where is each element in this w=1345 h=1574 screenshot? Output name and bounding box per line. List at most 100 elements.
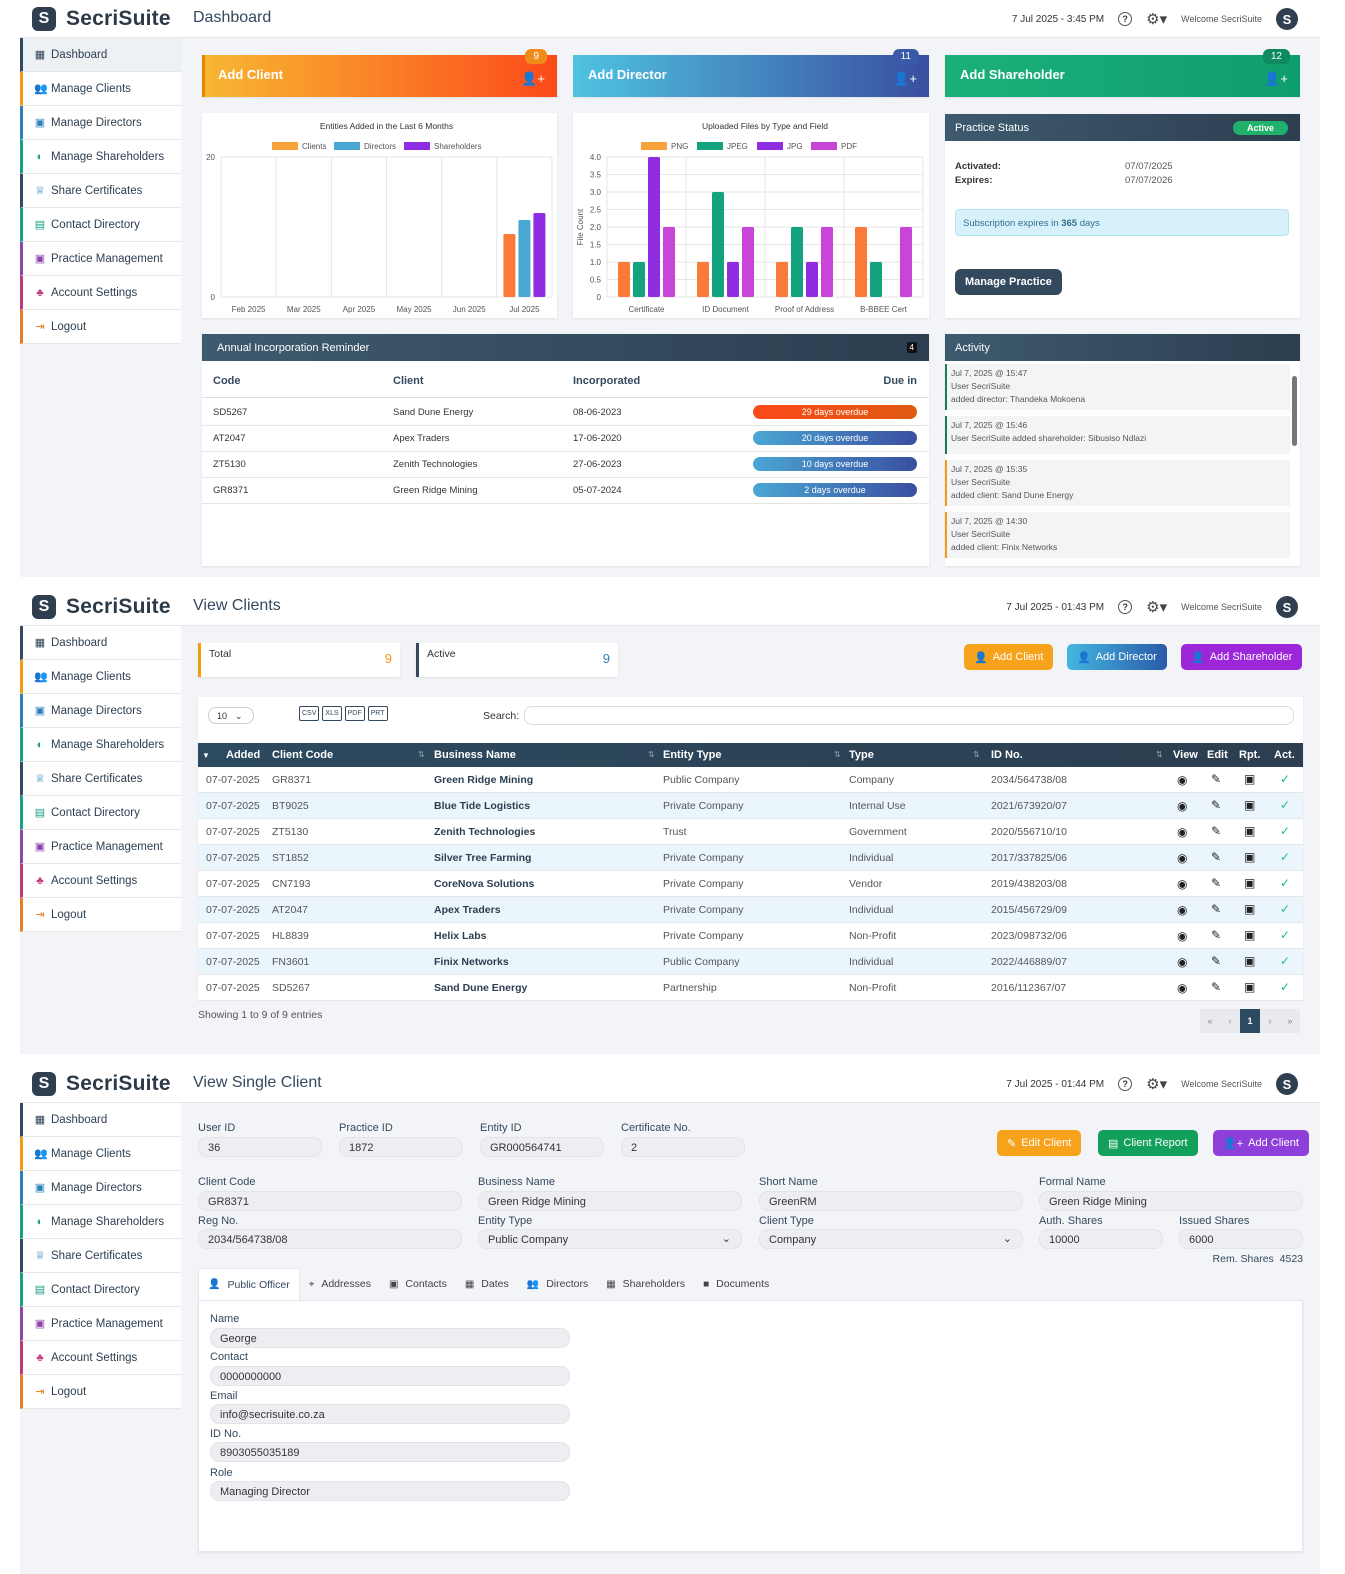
entity-id-field[interactable]: GR000564741	[480, 1137, 604, 1157]
edit-pencil-icon[interactable]: ✎	[1211, 798, 1221, 812]
sort-icon[interactable]: ⇅	[648, 750, 655, 759]
edit-pencil-icon[interactable]: ✎	[1211, 928, 1221, 942]
avatar[interactable]: S	[1276, 596, 1298, 618]
pager-nav-button[interactable]: ›	[1260, 1009, 1280, 1033]
sidebar-item-manage-clients[interactable]: 👥 Manage Clients	[20, 660, 181, 694]
officer-id-field[interactable]: 8903055035189	[210, 1442, 570, 1462]
export-xls-button[interactable]: XLS	[322, 706, 342, 721]
sidebar-item-contact-directory[interactable]: ▤ Contact Directory	[20, 796, 181, 830]
column-header[interactable]: Client Code	[272, 749, 333, 761]
add-director-card[interactable]: Add Director 👤+ 11	[573, 49, 929, 97]
formal-name-field[interactable]: Green Ridge Mining	[1039, 1191, 1303, 1211]
activity-scrollbar[interactable]	[1292, 376, 1297, 446]
check-icon[interactable]: ✓	[1280, 824, 1290, 838]
pager-nav-button[interactable]: ‹	[1220, 1009, 1240, 1033]
sidebar-item-share-certificates[interactable]: ♕ Share Certificates	[20, 174, 181, 208]
cell-name[interactable]: CoreNova Solutions	[434, 878, 534, 890]
sidebar-item-logout[interactable]: ⇥ Logout	[20, 310, 181, 344]
add-shareholder-card[interactable]: Add Shareholder 👤+ 12	[945, 49, 1300, 97]
add-client-button[interactable]: 👤 Add Client	[964, 644, 1054, 670]
pager-nav-button[interactable]: «	[1200, 1009, 1220, 1033]
user-id-field[interactable]: 36	[198, 1137, 322, 1157]
check-icon[interactable]: ✓	[1280, 798, 1290, 812]
cell-name[interactable]: Sand Dune Energy	[434, 982, 527, 994]
print-icon[interactable]: ▣	[1244, 954, 1255, 968]
tab-documents[interactable]: ■ Documents	[694, 1268, 778, 1300]
client-code-field[interactable]: GR8371	[198, 1191, 462, 1211]
view-eye-icon[interactable]: ◉	[1177, 981, 1187, 995]
cell-name[interactable]: Blue Tide Logistics	[434, 800, 530, 812]
sidebar-item-manage-directors[interactable]: ▣ Manage Directors	[20, 694, 181, 728]
add-director-button[interactable]: 👤 Add Director	[1067, 644, 1167, 670]
add-client-card[interactable]: Add Client 👤+ 9	[202, 49, 557, 97]
manage-practice-button[interactable]: Manage Practice	[955, 269, 1062, 295]
logo[interactable]: S SecriSuite	[32, 6, 171, 32]
edit-pencil-icon[interactable]: ✎	[1211, 824, 1221, 838]
check-icon[interactable]: ✓	[1280, 980, 1290, 994]
column-header[interactable]: ID No.	[991, 749, 1023, 761]
edit-pencil-icon[interactable]: ✎	[1211, 980, 1221, 994]
add-client-button[interactable]: 👤+ Add Client	[1213, 1130, 1309, 1156]
help-icon[interactable]: ?	[1118, 600, 1133, 614]
sidebar-item-dashboard[interactable]: ▦ Dashboard	[20, 38, 181, 72]
column-header[interactable]: Rpt.	[1239, 749, 1260, 761]
sidebar-item-contact-directory[interactable]: ▤ Contact Directory	[20, 208, 181, 242]
check-icon[interactable]: ✓	[1280, 772, 1290, 786]
activity-list[interactable]: Jul 7, 2025 @ 15:47 User SecriSuite added …	[945, 364, 1290, 564]
edit-pencil-icon[interactable]: ✎	[1211, 876, 1221, 890]
sidebar-item-account-settings[interactable]: ♣ Account Settings	[20, 864, 181, 898]
cell-name[interactable]: Green Ridge Mining	[434, 774, 533, 786]
column-header[interactable]: View	[1173, 749, 1198, 761]
client-report-button[interactable]: ▤ Client Report	[1098, 1130, 1198, 1156]
issued-shares-field[interactable]: 6000	[1179, 1229, 1303, 1249]
view-eye-icon[interactable]: ◉	[1177, 851, 1187, 865]
print-icon[interactable]: ▣	[1244, 902, 1255, 916]
sidebar-item-manage-clients[interactable]: 👥 Manage Clients	[20, 72, 181, 106]
sidebar-item-dashboard[interactable]: ▦ Dashboard	[20, 626, 181, 660]
column-header[interactable]: Act.	[1274, 749, 1295, 761]
tab-public-officer[interactable]: 👤 Public Officer	[198, 1268, 300, 1300]
officer-name-field[interactable]: George	[210, 1328, 570, 1348]
short-name-field[interactable]: GreenRM	[759, 1191, 1023, 1211]
tab-shareholders[interactable]: ▦ Shareholders	[597, 1268, 694, 1300]
page-size-select[interactable]: 10 ⌄	[208, 707, 254, 724]
cell-name[interactable]: Silver Tree Farming	[434, 852, 531, 864]
sidebar-item-manage-directors[interactable]: ▣ Manage Directors	[20, 106, 181, 140]
print-icon[interactable]: ▣	[1244, 928, 1255, 942]
edit-pencil-icon[interactable]: ✎	[1211, 772, 1221, 786]
pager-nav-button[interactable]: »	[1280, 1009, 1300, 1033]
business-name-field[interactable]: Green Ridge Mining	[478, 1191, 742, 1211]
sort-icon[interactable]: ⇅	[418, 750, 425, 759]
sidebar-item-account-settings[interactable]: ♣ Account Settings	[20, 276, 181, 310]
officer-contact-field[interactable]: 0000000000	[210, 1366, 570, 1386]
cell-name[interactable]: Zenith Technologies	[434, 826, 535, 838]
sidebar-item-share-certificates[interactable]: ♕ Share Certificates	[20, 762, 181, 796]
print-icon[interactable]: ▣	[1244, 798, 1255, 812]
add-shareholder-button[interactable]: 👤 Add Shareholder	[1181, 644, 1303, 670]
sidebar-item-logout[interactable]: ⇥ Logout	[20, 898, 181, 932]
cell-name[interactable]: Finix Networks	[434, 956, 509, 968]
settings-gear-icon[interactable]: ⚙▾	[1146, 10, 1167, 28]
column-header[interactable]: Entity Type	[663, 749, 721, 761]
print-icon[interactable]: ▣	[1244, 850, 1255, 864]
print-icon[interactable]: ▣	[1244, 772, 1255, 786]
export-pdf-button[interactable]: PDF	[344, 706, 365, 721]
cell-name[interactable]: Helix Labs	[434, 930, 487, 942]
check-icon[interactable]: ✓	[1280, 928, 1290, 942]
sidebar-item-manage-shareholders[interactable]: ◐ Manage Shareholders	[20, 728, 181, 762]
avatar[interactable]: S	[1276, 8, 1298, 30]
view-eye-icon[interactable]: ◉	[1177, 799, 1187, 813]
check-icon[interactable]: ✓	[1280, 902, 1290, 916]
sort-icon[interactable]: ⇅	[973, 750, 980, 759]
tab-dates[interactable]: ▦ Dates	[456, 1268, 518, 1300]
logo[interactable]: S SecriSuite	[32, 1071, 171, 1097]
column-header[interactable]: Edit	[1207, 749, 1228, 761]
view-eye-icon[interactable]: ◉	[1177, 877, 1187, 891]
officer-email-field[interactable]: info@secrisuite.co.za	[210, 1404, 570, 1424]
print-icon[interactable]: ▣	[1244, 876, 1255, 890]
export-prt-button[interactable]: PRT	[367, 706, 388, 721]
avatar[interactable]: S	[1276, 1073, 1298, 1095]
client-type-select[interactable]: Company ⌄	[759, 1229, 1023, 1249]
certificate-no-field[interactable]: 2	[621, 1137, 745, 1157]
check-icon[interactable]: ✓	[1280, 954, 1290, 968]
